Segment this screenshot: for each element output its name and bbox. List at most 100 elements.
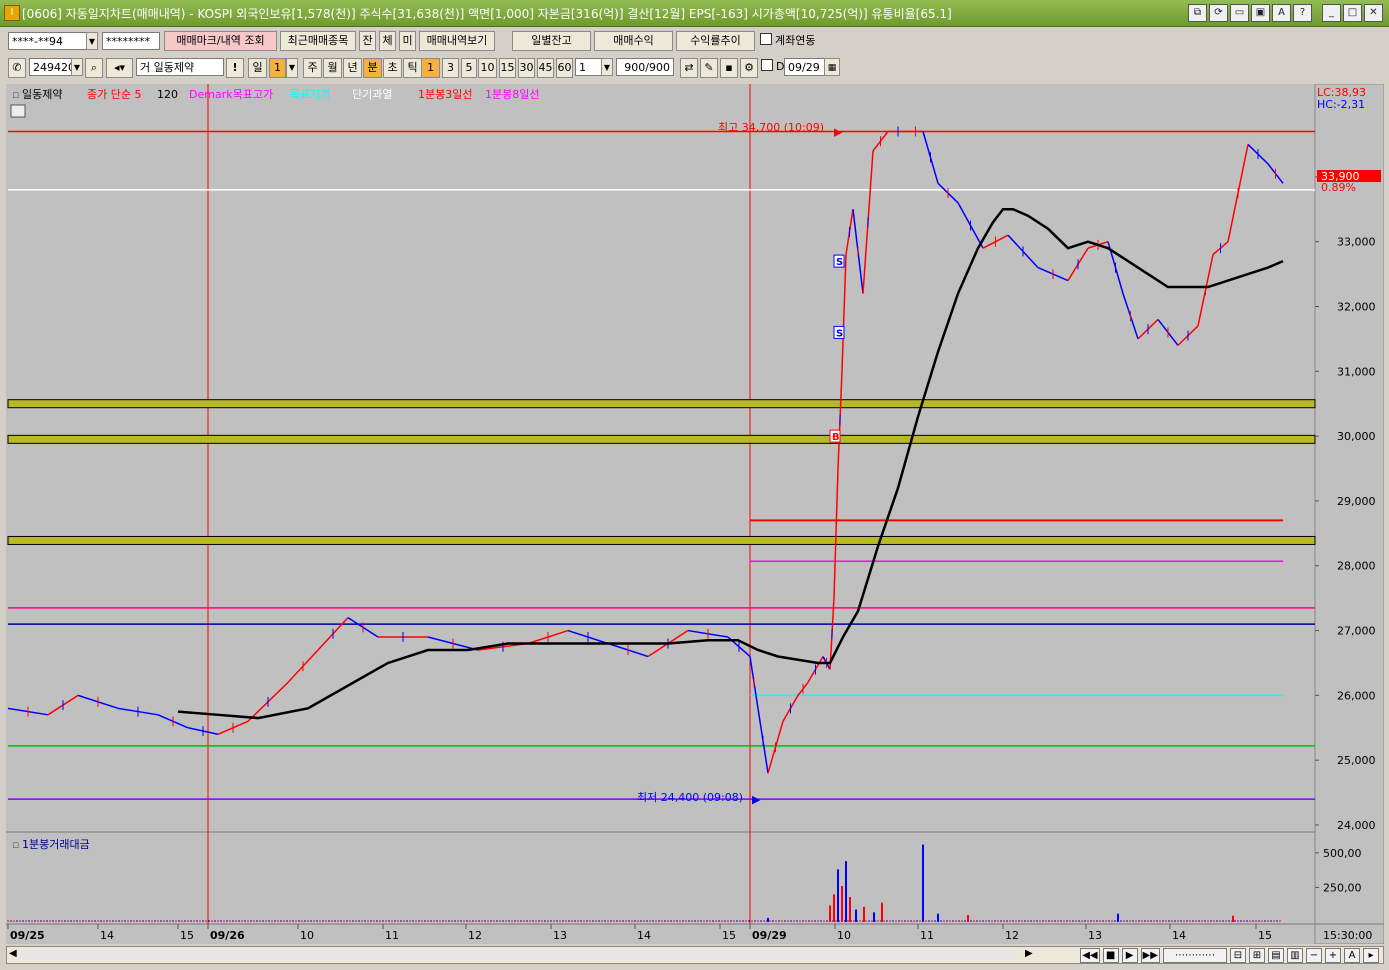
zoom-out-icon[interactable]: ⊟: [1230, 948, 1246, 963]
grid-toggle-icon[interactable]: [10, 104, 26, 118]
legend-close-ma: 종가 단순 5: [87, 88, 141, 101]
price-chart[interactable]: 500,00 250,00 09/25 14 15 09/26 10 11 12 13 14 15 0…: [6, 83, 1385, 945]
help-icon[interactable]: ?: [1293, 4, 1312, 22]
fast-forward-icon[interactable]: ▶▶: [1140, 948, 1160, 963]
x-tick-label-5: 10: [300, 929, 314, 942]
period-week-button[interactable]: 주: [303, 58, 322, 78]
account-select[interactable]: ****-**94: [8, 32, 98, 50]
minute-interval-5[interactable]: 5: [461, 58, 477, 78]
app-icon: I: [4, 5, 20, 21]
chart-area: 500,00 250,00 09/25 14 15 09/26 10 11 12 13 14 15 0…: [6, 83, 1385, 945]
minute-interval-60[interactable]: 60: [556, 58, 573, 78]
volume-legend: 1분봉거래대금: [22, 838, 90, 851]
bottom-scrollbar[interactable]: ◀ ▶ ◀◀ ■ ▶ ▶▶ ⋯⋯⋯⋯ ⊟ ⊞ ▤ ▥ − + A ▸: [6, 946, 1384, 964]
close-icon[interactable]: ✕: [1364, 4, 1383, 22]
settings-icon[interactable]: ⚙: [740, 58, 758, 78]
speaker-icon[interactable]: ◂▾: [106, 58, 133, 78]
legend-name: 일동제약: [22, 87, 62, 101]
scroll-right-icon[interactable]: ▶: [1025, 948, 1033, 959]
scroll-track[interactable]: [17, 950, 1017, 960]
sell-marker-1: S: [836, 328, 843, 339]
minute-interval-3[interactable]: 3: [442, 58, 459, 78]
save-icon[interactable]: ▪: [720, 58, 738, 78]
font-icon[interactable]: A: [1272, 4, 1291, 22]
window-icon[interactable]: ▣: [1251, 4, 1270, 22]
font-size-icon[interactable]: A: [1344, 948, 1360, 963]
period-dropdown-icon[interactable]: ▼: [286, 58, 298, 78]
account-link-checkbox[interactable]: 계좌연동: [760, 32, 815, 50]
plus-icon[interactable]: +: [1325, 948, 1341, 963]
y-tick-label-8: 27,000: [1337, 625, 1376, 638]
legend-demark: Demark목표고가: [189, 88, 273, 101]
refresh-icon[interactable]: ⟳: [1209, 4, 1228, 22]
recent-trades-button[interactable]: 최근매매종목: [280, 31, 356, 51]
minute-interval-15[interactable]: 15: [499, 58, 516, 78]
rewind-icon[interactable]: ◀◀: [1080, 948, 1100, 963]
markview-button[interactable]: 매매마크/내역 조회: [164, 31, 277, 51]
legend-ma120: 120: [157, 88, 178, 101]
y-tick-label-9: 26,000: [1337, 689, 1376, 702]
code-dropdown-icon[interactable]: ▼: [71, 58, 83, 76]
maximize-icon[interactable]: □: [1343, 4, 1362, 22]
support-band-4: [7, 434, 1316, 444]
stock-name: 일동제약: [153, 61, 195, 74]
minimize-icon[interactable]: _: [1322, 4, 1341, 22]
return-trend-button[interactable]: 수익률추이: [676, 31, 755, 51]
monitor-icon[interactable]: ▭: [1230, 4, 1249, 22]
period-month-button[interactable]: 월: [323, 58, 342, 78]
chevron-down-icon[interactable]: ▼: [86, 32, 98, 50]
x-tick-label-13: 11: [920, 929, 934, 942]
minute-interval-1[interactable]: 1: [421, 58, 440, 78]
legend-line8: 1분봉8일선: [485, 87, 539, 101]
period-second-button[interactable]: 초: [383, 58, 402, 78]
link-icon[interactable]: ⧉: [1188, 4, 1207, 22]
scroll-left-icon[interactable]: ◀: [9, 948, 17, 959]
che-button[interactable]: 체: [379, 31, 396, 51]
stock-name-field[interactable]: 거 일동제약: [136, 58, 224, 76]
period-year-button[interactable]: 년: [343, 58, 362, 78]
period-day-button[interactable]: 일: [248, 58, 267, 78]
play-icon[interactable]: ▶: [1121, 948, 1138, 963]
alert-button[interactable]: !: [226, 58, 244, 78]
playback-controls: ◀◀ ■ ▶ ▶▶ ⋯⋯⋯⋯ ⊟ ⊞ ▤ ▥ − + A ▸: [1080, 948, 1379, 963]
x-tick-label-15: 13: [1088, 929, 1102, 942]
low-arrow-icon: ▶: [752, 793, 761, 806]
minute-interval-30[interactable]: 30: [518, 58, 535, 78]
support-band-3: [7, 399, 1316, 409]
buy-marker: B: [832, 432, 840, 443]
chart-tools-icon[interactable]: ✎: [700, 58, 718, 78]
date-checkbox[interactable]: D: [761, 58, 784, 76]
count-field[interactable]: 900/900: [616, 58, 674, 76]
period-tick-button[interactable]: 틱: [403, 58, 422, 78]
password-field[interactable]: ********: [102, 32, 160, 50]
y-tick-label-4: 31,000: [1337, 365, 1376, 378]
mi-button[interactable]: 미: [399, 31, 416, 51]
trade-history-button[interactable]: 매매내역보기: [419, 31, 495, 51]
stop-icon[interactable]: ■: [1102, 948, 1119, 963]
search-icon[interactable]: ⌕: [85, 58, 103, 78]
low-annotation: 최저 24,400 (09:08): [637, 791, 743, 804]
x-tick-label-16: 14: [1172, 929, 1186, 942]
x-tick-label-6: 11: [385, 929, 399, 942]
minus-icon[interactable]: −: [1306, 948, 1322, 963]
period-minute-button[interactable]: 분: [363, 58, 382, 78]
slider-icon[interactable]: ⋯⋯⋯⋯: [1163, 948, 1227, 963]
daily-balance-button[interactable]: 일별잔고: [512, 31, 591, 51]
expand-icon[interactable]: ▸: [1363, 948, 1379, 963]
x-tick-label-4: 09/26: [210, 929, 245, 942]
calendar-icon[interactable]: ▦: [824, 58, 840, 76]
minute-dropdown-icon[interactable]: ▼: [601, 58, 613, 76]
minute-interval-45[interactable]: 45: [537, 58, 554, 78]
zoom-in-icon[interactable]: ⊞: [1249, 948, 1265, 963]
phone-icon[interactable]: ✆: [8, 58, 26, 78]
window-title: [0606] 자동일지차트(매매내역) - KOSPI 외국인보유[1,578(…: [22, 7, 952, 21]
swap-icon[interactable]: ⇄: [680, 58, 698, 78]
legend-line3: 1분봉3일선: [418, 87, 472, 101]
minute-interval-10[interactable]: 10: [478, 58, 497, 78]
change-tag: 0.89%: [1321, 181, 1356, 194]
split-icon[interactable]: ▥: [1287, 948, 1303, 963]
trade-profit-button[interactable]: 매매수익: [594, 31, 673, 51]
layout-icon[interactable]: ▤: [1268, 948, 1284, 963]
period-day-select[interactable]: 1: [269, 58, 286, 78]
jan-button[interactable]: 잔: [359, 31, 376, 51]
